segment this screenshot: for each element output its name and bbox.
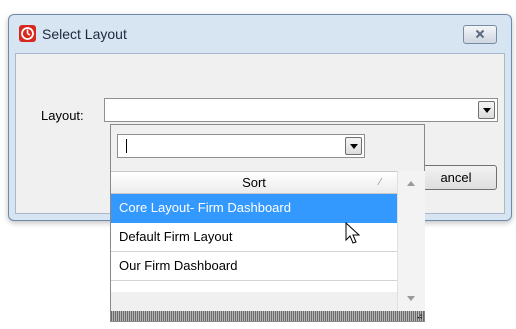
- title-bar[interactable]: Select Layout: [9, 15, 511, 53]
- column-header-label: Sort: [242, 175, 266, 190]
- resize-bar[interactable]: ⠴: [111, 311, 424, 321]
- chevron-down-icon[interactable]: [478, 101, 495, 119]
- column-header-sort[interactable]: Sort ⁄: [111, 172, 397, 194]
- resize-grip-icon[interactable]: ⠴: [416, 311, 423, 321]
- chevron-down-icon[interactable]: [345, 137, 362, 155]
- scroll-down-icon[interactable]: [407, 296, 415, 301]
- scroll-up-icon[interactable]: [407, 181, 415, 186]
- list-item[interactable]: Our Firm Dashboard: [111, 252, 397, 281]
- filter-combobox[interactable]: [117, 134, 365, 158]
- list-item[interactable]: Core Layout- Firm Dashboard: [111, 194, 397, 223]
- mouse-pointer-icon: [345, 222, 361, 244]
- close-button[interactable]: [463, 25, 497, 44]
- layout-dropdown-popup: Sort ⁄ Core Layout- Firm Dashboard Defau…: [110, 124, 425, 322]
- cancel-button[interactable]: ancel: [415, 165, 497, 190]
- close-icon: [475, 29, 485, 39]
- window-title: Select Layout: [42, 26, 127, 42]
- layout-combobox[interactable]: [104, 98, 498, 122]
- vertical-scrollbar[interactable]: [397, 171, 425, 311]
- sort-indicator-icon: ⁄: [379, 177, 381, 188]
- text-caret: [126, 139, 127, 153]
- layout-label: Layout:: [41, 108, 84, 123]
- app-logo-icon: [19, 25, 36, 42]
